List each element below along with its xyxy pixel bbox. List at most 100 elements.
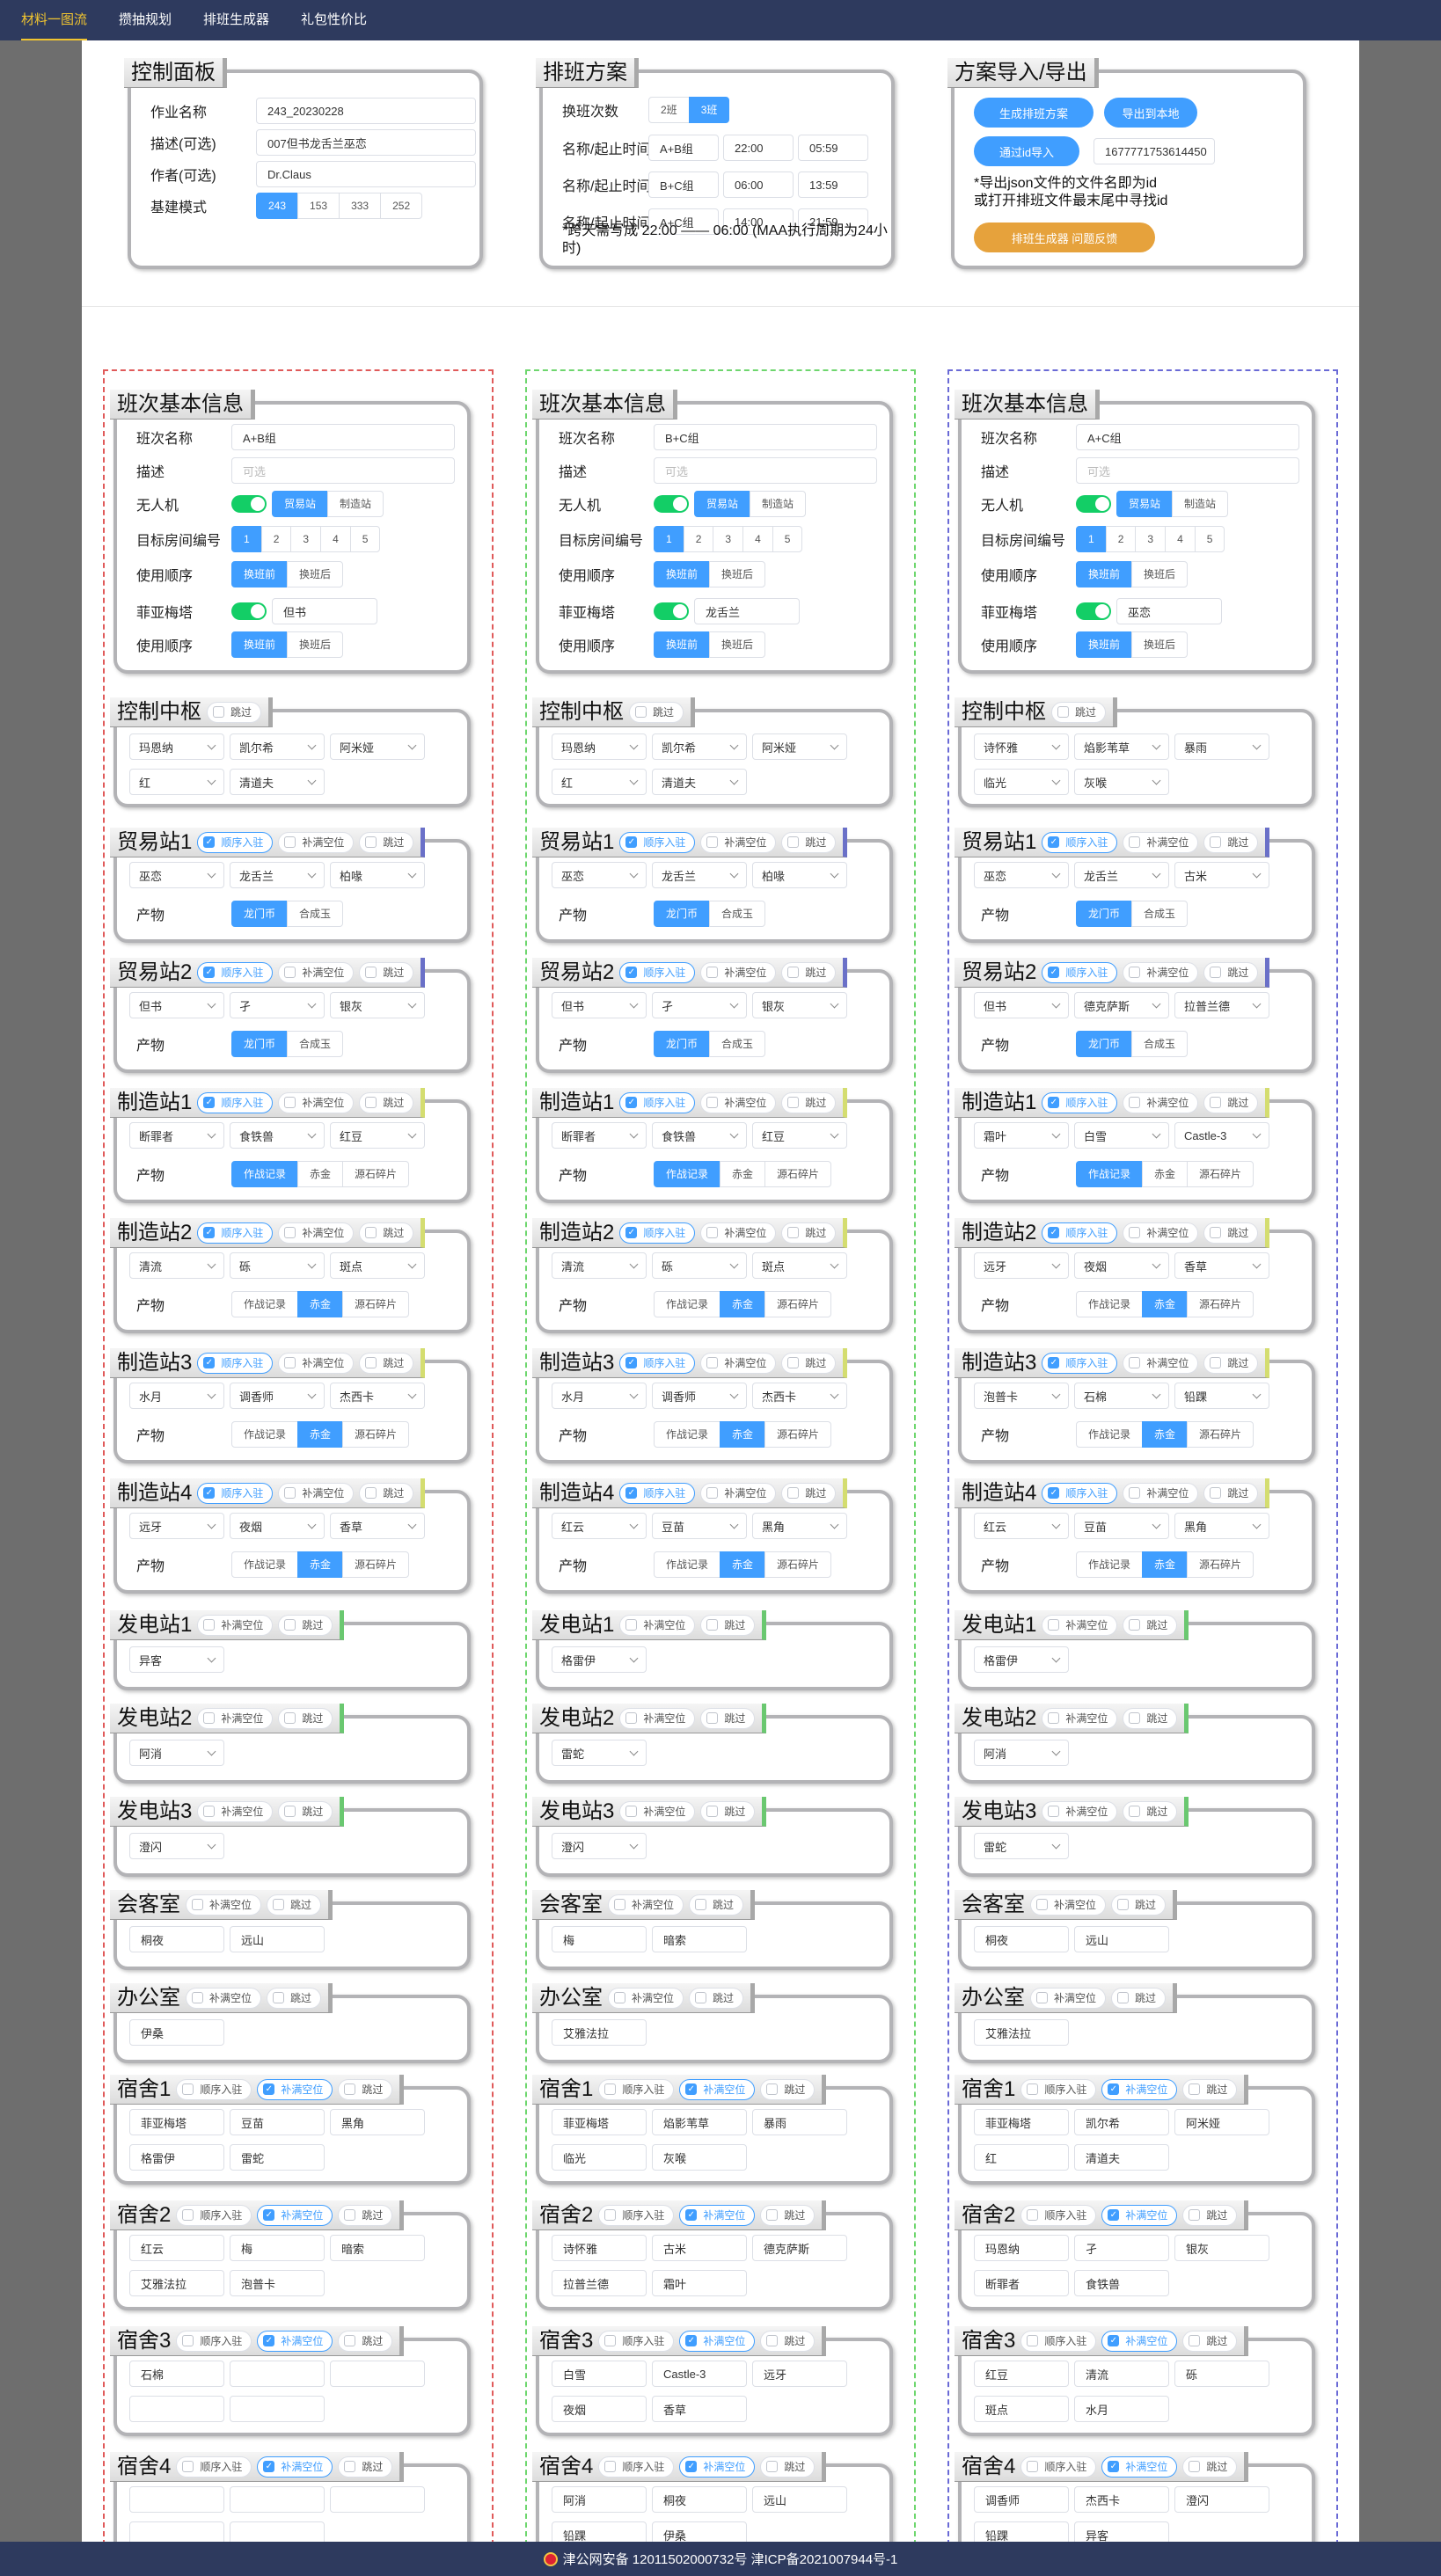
operator-select[interactable]: 龙舌兰 [230, 862, 325, 888]
fiam-target-input[interactable]: 龙舌兰 [694, 598, 800, 624]
operator-input[interactable]: 远山 [1074, 1926, 1169, 1952]
product-select-option[interactable]: 龙门币 [654, 901, 711, 927]
product-select-option[interactable]: 合成玉 [709, 1031, 766, 1057]
fill-checkbox[interactable]: 补满空位 [1042, 1707, 1118, 1729]
operator-select[interactable]: 水月 [552, 1383, 647, 1409]
room-select-option[interactable]: 1 [1076, 526, 1107, 552]
fill-checkbox[interactable]: 补满空位 [197, 1707, 274, 1729]
seq-checkbox[interactable]: ✓ 顺序入驻 [197, 1091, 274, 1113]
operator-input[interactable]: 夜烟 [552, 2396, 647, 2422]
skip-checkbox[interactable]: 跳过 [278, 1800, 333, 1822]
product-select-option[interactable]: 源石碎片 [1187, 1551, 1254, 1578]
fill-checkbox[interactable]: ✓ 补满空位 [679, 2330, 756, 2352]
operator-input[interactable]: 桐夜 [129, 1926, 224, 1952]
skip-checkbox[interactable]: 跳过 [781, 1352, 837, 1374]
product-select-option[interactable]: 作战记录 [231, 1291, 299, 1317]
seq-checkbox[interactable]: 顺序入驻 [176, 2204, 252, 2226]
product-select-option[interactable]: 源石碎片 [1187, 1421, 1254, 1448]
fiam-order-select-option[interactable]: 换班后 [709, 631, 766, 658]
product-select-option[interactable]: 赤金 [297, 1161, 344, 1187]
operator-input[interactable]: 德克萨斯 [752, 2235, 847, 2261]
skip-checkbox[interactable]: 跳过 [338, 2330, 393, 2352]
fill-checkbox[interactable]: ✓ 补满空位 [257, 2204, 333, 2226]
product-select-option[interactable]: 作战记录 [1076, 1161, 1144, 1187]
shift-name-input[interactable]: A+B组 [231, 424, 455, 450]
operator-input[interactable]: 远山 [230, 1926, 325, 1952]
operator-select[interactable]: 红 [552, 769, 647, 795]
operator-select[interactable]: 红豆 [752, 1122, 847, 1149]
field-input[interactable]: Dr.Claus [256, 161, 476, 187]
product-select-option[interactable]: 源石碎片 [1187, 1291, 1254, 1317]
operator-select[interactable]: Castle-3 [1174, 1122, 1269, 1149]
operator-select[interactable]: 孑 [652, 992, 747, 1018]
fill-checkbox[interactable]: ✓ 补满空位 [679, 2078, 756, 2100]
product-select-option[interactable]: 赤金 [297, 1291, 344, 1317]
operator-select[interactable]: 远牙 [974, 1252, 1069, 1279]
operator-input[interactable]: 红豆 [974, 2361, 1069, 2387]
operator-input[interactable] [330, 2361, 425, 2387]
seq-checkbox[interactable]: ✓ 顺序入驻 [619, 831, 696, 853]
skip-checkbox[interactable]: 跳过 [338, 2456, 393, 2477]
operator-select[interactable]: 黑角 [752, 1513, 847, 1539]
skip-checkbox[interactable]: 跳过 [359, 1352, 414, 1374]
drone-target-option[interactable]: 贸易站 [272, 491, 329, 517]
product-select-option[interactable]: 作战记录 [654, 1161, 721, 1187]
room-select-option[interactable]: 5 [349, 526, 381, 552]
skip-checkbox[interactable]: 跳过 [1182, 2330, 1238, 2352]
operator-input[interactable]: 石棉 [129, 2361, 224, 2387]
operator-select[interactable]: 柏喙 [752, 862, 847, 888]
field-input[interactable]: 243_20230228 [256, 98, 476, 124]
operator-input[interactable]: 泡普卡 [230, 2270, 325, 2296]
seq-checkbox[interactable]: ✓ 顺序入驻 [619, 1091, 696, 1113]
operator-select[interactable]: 阿米娅 [752, 733, 847, 760]
seq-checkbox[interactable]: ✓ 顺序入驻 [197, 831, 274, 853]
fill-checkbox[interactable]: 补满空位 [1123, 961, 1199, 983]
fill-checkbox[interactable]: 补满空位 [700, 1091, 777, 1113]
fill-checkbox[interactable]: 补满空位 [278, 1352, 355, 1374]
product-select-option[interactable]: 龙门币 [231, 901, 289, 927]
operator-input[interactable]: 水月 [1074, 2396, 1169, 2422]
operator-select[interactable]: 断罪者 [129, 1122, 224, 1149]
operator-select[interactable]: 红豆 [330, 1122, 425, 1149]
operator-input[interactable]: 斑点 [974, 2396, 1069, 2422]
skip-checkbox[interactable]: 跳过 [689, 1987, 744, 2009]
order-select-option[interactable]: 换班前 [654, 561, 711, 587]
drone-target-option[interactable]: 贸易站 [694, 491, 751, 517]
skip-checkbox[interactable]: 跳过 [359, 831, 414, 853]
operator-select[interactable]: 杰西卡 [752, 1383, 847, 1409]
operator-select[interactable]: 孑 [230, 992, 325, 1018]
skip-checkbox[interactable]: 跳过 [689, 1894, 744, 1916]
seq-checkbox[interactable]: 顺序入驻 [598, 2204, 675, 2226]
fiam-toggle[interactable] [231, 602, 267, 620]
operator-select[interactable]: 清流 [552, 1252, 647, 1279]
product-select-option[interactable]: 源石碎片 [1187, 1161, 1254, 1187]
product-select-option[interactable]: 源石碎片 [764, 1551, 832, 1578]
export-button[interactable]: 导出到本地 [1104, 98, 1197, 128]
operator-select[interactable]: 水月 [129, 1383, 224, 1409]
order-select-option[interactable]: 换班前 [1076, 561, 1133, 587]
operator-select[interactable]: 澄闪 [129, 1833, 224, 1859]
operator-select[interactable]: 红 [129, 769, 224, 795]
skip-checkbox[interactable]: 跳过 [781, 1091, 837, 1113]
operator-input[interactable]: 清流 [1074, 2361, 1169, 2387]
skip-checkbox[interactable]: 跳过 [1203, 1222, 1259, 1244]
operator-input[interactable]: 格雷伊 [129, 2144, 224, 2171]
skip-checkbox[interactable]: 跳过 [629, 701, 684, 723]
skip-checkbox[interactable]: 跳过 [1123, 1707, 1178, 1729]
id-input[interactable]: 1677771753614450 [1094, 138, 1215, 164]
seq-checkbox[interactable]: 顺序入驻 [176, 2456, 252, 2477]
operator-select[interactable]: 阿消 [129, 1740, 224, 1766]
drone-target-option[interactable]: 制造站 [750, 491, 807, 517]
operator-input[interactable]: 玛恩纳 [974, 2235, 1069, 2261]
room-select-option[interactable]: 4 [742, 526, 773, 552]
product-select-option[interactable]: 赤金 [1142, 1421, 1189, 1448]
operator-input[interactable]: Castle-3 [652, 2361, 747, 2387]
operator-select[interactable]: 食铁兽 [230, 1122, 325, 1149]
skip-checkbox[interactable]: 跳过 [760, 2078, 816, 2100]
skip-checkbox[interactable]: 跳过 [700, 1707, 756, 1729]
product-select-option[interactable]: 龙门币 [1076, 1031, 1133, 1057]
operator-select[interactable]: 香草 [1174, 1252, 1269, 1279]
operator-select[interactable]: 砾 [652, 1252, 747, 1279]
product-select-option[interactable]: 龙门币 [1076, 901, 1133, 927]
fill-checkbox[interactable]: ✓ 补满空位 [679, 2456, 756, 2477]
